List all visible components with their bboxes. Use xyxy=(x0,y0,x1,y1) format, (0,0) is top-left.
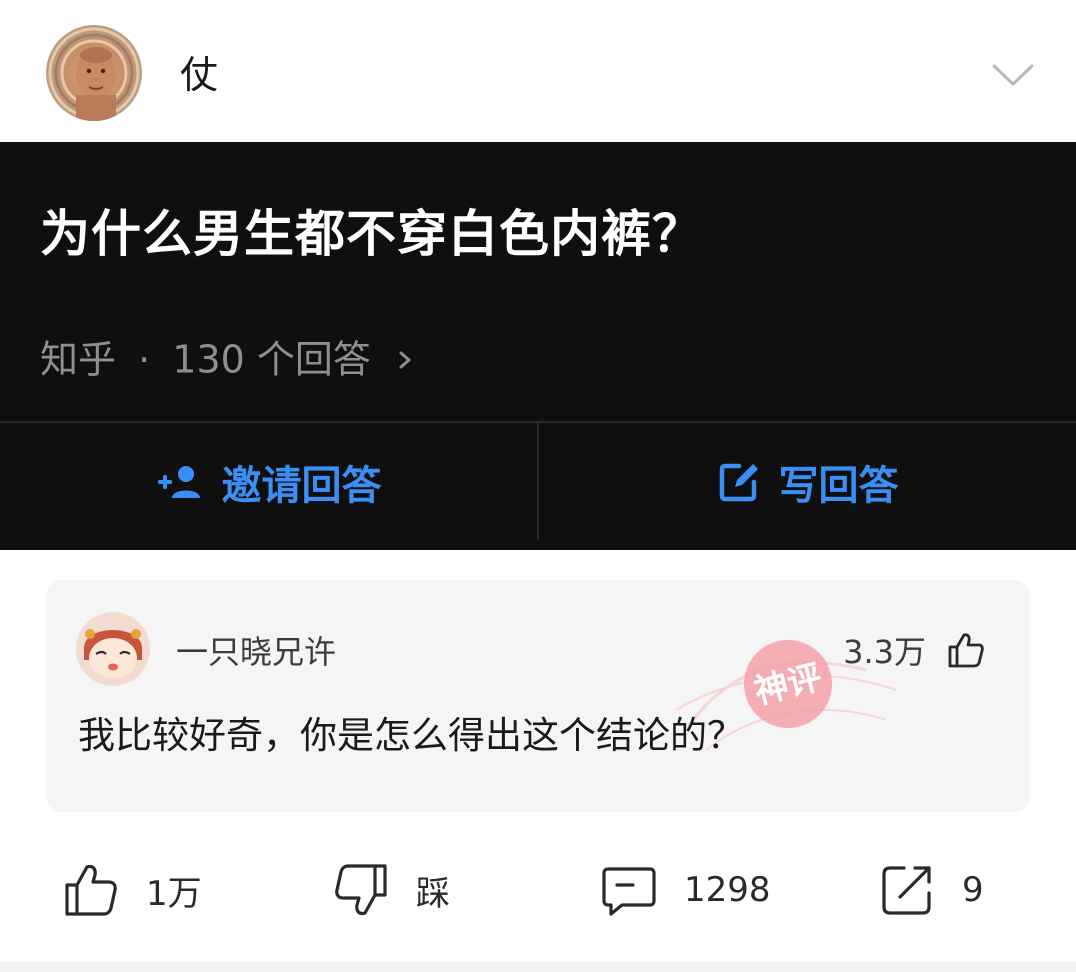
add-user-icon xyxy=(157,465,200,498)
invite-answer-button[interactable]: 邀请回答 xyxy=(0,423,537,540)
write-answer-label: 写回答 xyxy=(778,462,899,509)
card-bottom-edge xyxy=(0,540,1076,550)
upvote-button[interactable]: 1万 xyxy=(62,840,202,940)
thumb-up-icon[interactable] xyxy=(946,630,986,670)
thumb-down-icon xyxy=(335,864,387,916)
chevron-down-icon[interactable] xyxy=(990,60,1036,90)
downvote-label: 踩 xyxy=(416,873,450,914)
commenter-avatar[interactable] xyxy=(76,612,150,686)
commenter-name[interactable]: 一只晓兄许 xyxy=(176,632,336,672)
comment-icon xyxy=(602,867,656,916)
thumb-up-icon xyxy=(65,864,117,916)
answer-count: 130 个回答 xyxy=(172,337,371,382)
comment-count: 1298 xyxy=(684,870,771,910)
share-icon xyxy=(882,866,931,915)
comment-button[interactable]: 1298 xyxy=(600,840,771,940)
question-card: 为什么男生都不穿白色内裤？ 知乎 · 130 个回答 邀请回答 写回答 xyxy=(0,142,1076,550)
meta-separator: · xyxy=(138,337,151,382)
chevron-right-icon xyxy=(399,351,411,368)
footer-divider xyxy=(0,962,1076,972)
post-header: 仗 xyxy=(0,0,1076,142)
comment-like-count: 3.3万 xyxy=(843,633,926,671)
share-count: 9 xyxy=(962,870,984,910)
featured-comment[interactable]: 神评 一只晓兄许 3.3万 我比较好奇，你是怎么得出这个结论的？ xyxy=(46,580,1030,812)
action-bar: 1万 踩 1298 9 xyxy=(0,840,1076,940)
share-button[interactable]: 9 xyxy=(878,840,984,940)
upvote-count: 1万 xyxy=(146,873,202,914)
question-source: 知乎 xyxy=(40,337,117,382)
comment-text: 我比较好奇，你是怎么得出这个结论的？ xyxy=(78,714,744,757)
edit-icon xyxy=(719,463,758,501)
write-answer-button[interactable]: 写回答 xyxy=(539,423,1076,540)
question-meta[interactable]: 知乎 · 130 个回答 xyxy=(40,332,417,385)
downvote-button[interactable]: 踩 xyxy=(332,840,450,940)
author-avatar[interactable] xyxy=(46,25,142,121)
question-title[interactable]: 为什么男生都不穿白色内裤？ xyxy=(40,202,703,266)
author-name[interactable]: 仗 xyxy=(180,50,218,100)
invite-answer-label: 邀请回答 xyxy=(221,462,382,509)
